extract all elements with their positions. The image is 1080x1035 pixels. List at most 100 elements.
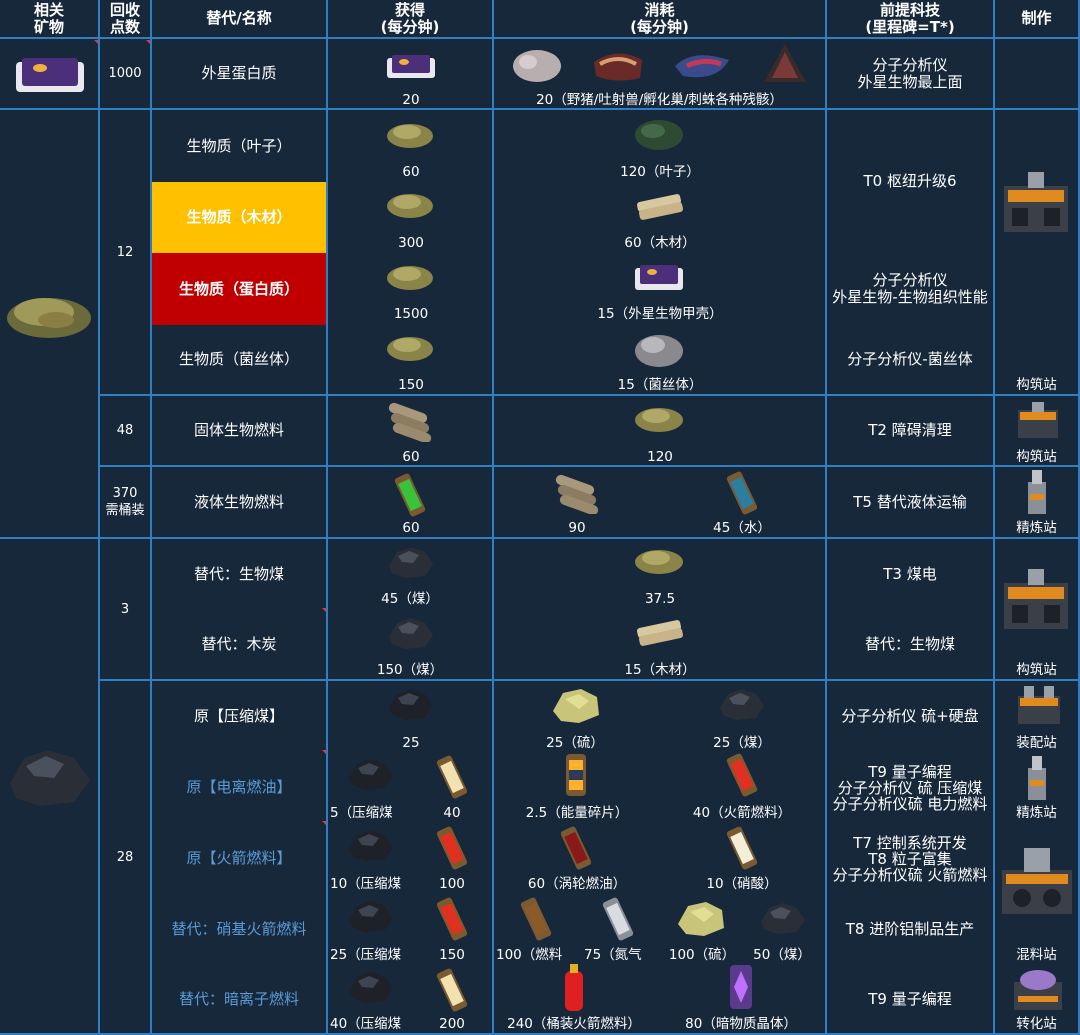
nitric-acid-icon	[726, 826, 758, 870]
prereq-biomass-mycelia: 分子分析仪-菌丝体	[847, 350, 973, 368]
prereq-alien-protein: 分子分析仪 外星生物最上面	[857, 55, 963, 91]
consume-nitro-rocket-fuel-a: 100（燃料	[496, 947, 563, 963]
name-nitro-rocket-fuel: 替代：硝基火箭燃料	[171, 920, 307, 938]
biomass-icon	[387, 337, 433, 361]
ionized-fuel-icon	[436, 968, 468, 1012]
refinery-icon	[1028, 756, 1046, 800]
packaged-rocket-fuel-icon	[565, 964, 583, 1011]
header-alt-name: 替代/名称	[206, 9, 272, 27]
name-solid-biofuel: 固体生物燃料	[193, 421, 284, 439]
compacted-coal-icon	[349, 830, 393, 861]
nitrogen-icon	[602, 897, 634, 941]
mycelia-icon	[635, 335, 683, 367]
consume-liquid-biofuel-a: 90	[568, 520, 586, 536]
alien-carapace-icon	[635, 265, 683, 290]
assembler-icon	[1018, 686, 1060, 724]
leaves-icon	[635, 120, 683, 150]
points-biomass: 12	[116, 244, 134, 260]
craft-coal: 构筑站	[1016, 662, 1057, 678]
obtain-dark-ion-fuel-b: 200	[439, 1016, 465, 1032]
prereq-biomass-leaf: T0 枢纽升级6	[863, 172, 957, 190]
consume-dark-ion-fuel-a: 240（桶装火箭燃料）	[507, 1016, 641, 1032]
rocket-fuel-icon	[436, 897, 468, 941]
obtain-compacted-coal: 25	[402, 735, 420, 751]
obtain-charcoal: 150（煤）	[376, 662, 444, 678]
liquid-biofuel-icon	[394, 473, 426, 517]
compacted-coal-icon	[349, 972, 393, 1003]
constructor-icon	[1004, 172, 1068, 232]
craft-solid-biofuel: 构筑站	[1016, 449, 1057, 465]
prereq-nitro-rocket-fuel: T8 进阶铝制品生产	[845, 920, 975, 938]
name-compacted-coal: 原【压缩煤】	[193, 707, 284, 725]
name-liquid-biofuel: 液体生物燃料	[193, 492, 284, 511]
points-alien-protein: 1000	[108, 66, 142, 81]
prereq-rocket-fuel: T7 控制系统开发 T8 粒子富集 分子分析仪硫 火箭燃料	[832, 833, 988, 884]
hatcher-remains-icon	[675, 55, 729, 78]
stinger-remains-icon	[764, 44, 806, 82]
obtain-biomass-protein: 1500	[393, 306, 429, 322]
wood-icon	[636, 194, 684, 220]
obtain-rocket-fuel-b: 100	[439, 876, 465, 892]
biomass-icon	[387, 124, 433, 148]
power-shard-icon	[566, 754, 586, 796]
consume-ionized-fuel-b: 40（火箭燃料）	[692, 805, 792, 821]
consume-alien-protein: 20（野猪/吐射兽/孵化巢/刺蛛各种残骸）	[536, 92, 783, 108]
name-biomass-wood: 生物质（木材）	[186, 208, 292, 226]
consume-biocoal: 37.5	[644, 591, 676, 607]
dark-matter-crystal-icon	[730, 965, 752, 1009]
ionized-fuel-icon	[436, 755, 468, 799]
biomass-icon	[635, 550, 683, 574]
consume-solid-biofuel: 120	[647, 449, 673, 465]
consume-ionized-fuel-a: 2.5（能量碎片）	[525, 805, 629, 821]
prereq-compacted-coal: 分子分析仪 硫+硬盘	[841, 707, 979, 725]
coal-icon	[761, 903, 805, 934]
biomass-icon	[387, 194, 433, 218]
craft-compacted-coal: 装配站	[1016, 735, 1057, 751]
header-recycle-points: 回收 点数	[109, 0, 140, 36]
craft-ionized-fuel: 精炼站	[1016, 805, 1057, 821]
water-canister-icon	[726, 471, 758, 515]
obtain-rocket-fuel-a: 10（压缩煤	[330, 876, 402, 892]
obtain-dark-ion-fuel-a: 40（压缩煤	[330, 1016, 402, 1032]
consume-dark-ion-fuel-b: 80（暗物质晶体）	[685, 1016, 797, 1032]
craft-dark-ion-fuel: 转化站	[1016, 1016, 1057, 1032]
prereq-liquid-biofuel: T5 替代液体运输	[853, 492, 967, 511]
consume-nitro-rocket-fuel-d: 50（煤）	[753, 947, 811, 963]
compacted-coal-icon	[349, 759, 393, 790]
coal-icon	[720, 689, 764, 720]
coal-icon	[10, 750, 90, 806]
sulfur-icon	[678, 902, 724, 936]
blender-icon	[1002, 848, 1072, 914]
craft-liquid-biofuel: 精炼站	[1016, 520, 1057, 536]
obtain-biomass-wood: 300	[398, 235, 424, 251]
constructor-icon	[1018, 402, 1058, 438]
boar-remains-icon	[513, 50, 561, 82]
compacted-coal-icon	[349, 901, 393, 932]
coal-icon	[389, 547, 433, 578]
biomass-icon	[7, 298, 91, 338]
obtain-alien-protein: 20	[402, 92, 420, 108]
biomass-icon	[635, 408, 683, 432]
name-alien-protein: 外星蛋白质	[201, 64, 277, 82]
prereq-ionized-fuel: T9 量子编程 分子分析仪 硫 压缩煤 分子分析仪硫 电力燃料	[832, 762, 988, 813]
consume-nitro-rocket-fuel-c: 100（硫）	[668, 947, 736, 963]
craft-nitro-rocket-fuel: 混料站	[1016, 947, 1057, 963]
points-compacted: 28	[116, 849, 134, 865]
name-rocket-fuel: 原【火箭燃料】	[186, 849, 292, 867]
craft-biomass: 构筑站	[1016, 377, 1057, 393]
obtain-liquid-biofuel: 60	[402, 520, 420, 536]
prereq-solid-biofuel: T2 障碍清理	[868, 421, 952, 439]
rocket-fuel-icon	[436, 826, 468, 870]
consume-nitro-rocket-fuel-b: 75（氮气	[584, 947, 642, 963]
points-solid-biofuel: 48	[116, 423, 134, 438]
recipe-table: 相关 矿物 回收 点数 替代/名称 获得 (每分钟) 消耗 (每分钟) 前提科技…	[0, 0, 1080, 1035]
obtain-ionized-fuel-a: 5（压缩煤	[330, 805, 393, 821]
header-consume: 消耗 (每分钟)	[630, 0, 689, 36]
consume-biomass-protein: 15（外星生物甲壳）	[597, 306, 723, 322]
solid-biofuel-icon	[388, 402, 432, 442]
consume-biomass-leaf: 120（叶子）	[620, 164, 700, 180]
spitter-remains-icon	[594, 53, 642, 81]
points-coal: 3	[120, 601, 130, 617]
name-dark-ion-fuel: 替代：暗离子燃料	[178, 989, 299, 1008]
sulfur-icon	[553, 689, 599, 723]
